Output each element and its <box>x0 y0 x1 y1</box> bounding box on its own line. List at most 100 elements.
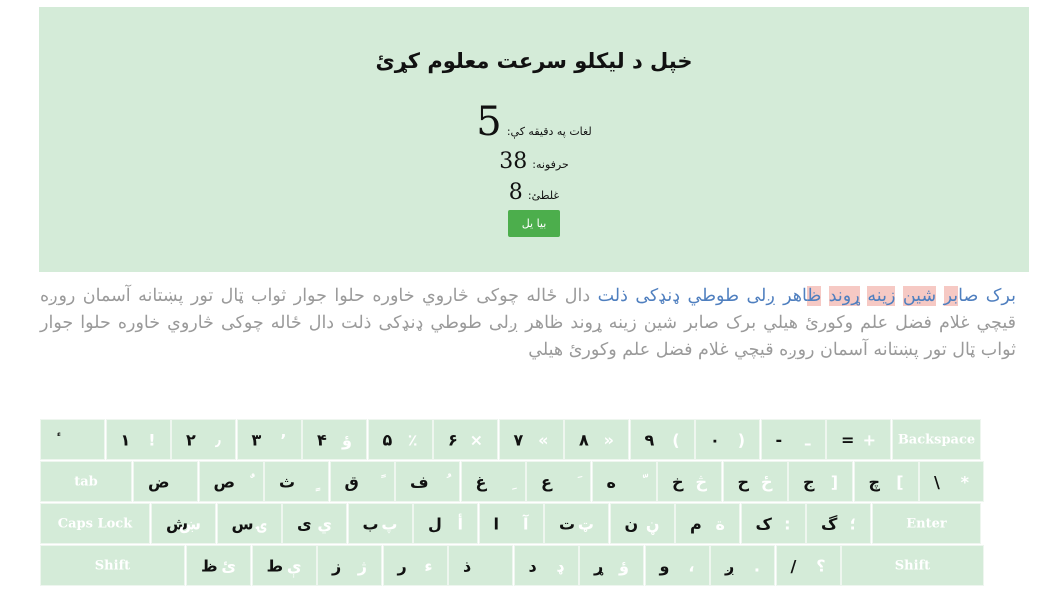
key-row3-4-primary-char: ل <box>428 514 442 533</box>
key-row4-3[interactable]: رء <box>382 545 448 586</box>
key-row1-1[interactable]: ۱! <box>105 419 171 460</box>
key-row1-7[interactable]: ۷ « <box>498 419 564 460</box>
key-row4-1-shift-char: ې <box>286 556 302 575</box>
key-row4-6[interactable]: ړؤ <box>579 545 644 586</box>
key-row4-1[interactable]: طې <box>251 545 317 586</box>
key-row2-0-primary-char: ض <box>148 472 170 491</box>
key-row3-9[interactable]: ک: <box>740 503 806 544</box>
key-row4-7[interactable]: و ، <box>644 545 710 586</box>
key-row3-7[interactable]: نڼ <box>609 503 675 544</box>
key-row1-10[interactable]: ۰) <box>695 419 760 460</box>
key-row3-9-shift-char: : <box>784 514 791 533</box>
key-row1-8-primary-char: ۸ <box>579 430 589 449</box>
key-row2-11[interactable]: چ[ <box>853 461 919 502</box>
key-row1-3-primary-char: ۳ <box>251 430 262 449</box>
key-row4-3-shift-char: ء <box>424 556 433 575</box>
key-row2-6[interactable]: عَ <box>526 461 591 502</box>
key-row2-9[interactable]: حځ <box>722 461 788 502</box>
key-row2-5-primary-char: غ <box>475 472 487 491</box>
key-row2-1[interactable]: صٌ <box>198 461 264 502</box>
key-row2-9-shift-char: ځ <box>760 472 773 491</box>
key-row2-10[interactable]: ج] <box>788 461 853 502</box>
key-row3-10-shift-char: ؛ <box>849 514 856 533</box>
backspace-key-label: Backspace <box>897 432 976 447</box>
key-row3-7-primary-char: ن <box>624 514 639 533</box>
key-row3-1-shift-char: ۍ <box>257 514 267 533</box>
key-row3-4-shift-char: أ <box>457 514 463 533</box>
key-row3-8[interactable]: مة <box>675 503 740 544</box>
key-row4-5-shift-char: ډ <box>556 556 564 575</box>
key-row3-2[interactable]: یي <box>282 503 347 544</box>
key-row4-6-primary-char: ړ <box>594 556 604 575</box>
key-row2-12[interactable]: \ * <box>919 461 984 502</box>
key-row3-2-primary-char: ی <box>297 514 312 533</box>
key-row1-9[interactable]: ۹( <box>629 419 695 460</box>
key-row4-8-shift-char: . <box>753 556 760 575</box>
key-row2-2[interactable]: ثٍ <box>264 461 329 502</box>
key-row1-11-shift-char: ـ <box>805 430 811 449</box>
key-row2-10-primary-char: ج <box>803 472 815 491</box>
key-row1-4[interactable]: ۴ؤ <box>302 419 367 460</box>
key-row3-4[interactable]: لأ <box>413 503 478 544</box>
key-row3-5[interactable]: اآ <box>478 503 544 544</box>
key-row4-7-primary-char: و <box>659 556 670 575</box>
key-row4-0[interactable]: ظئ <box>186 545 251 586</box>
key-row2-5[interactable]: غِ <box>460 461 526 502</box>
key-row3-6-primary-char: ت <box>559 514 576 533</box>
shift-right-key[interactable]: Shift <box>841 545 984 586</box>
enter-key[interactable]: Enter <box>872 503 981 544</box>
key-row2-8[interactable]: خڅ <box>657 461 722 502</box>
key-row4-4[interactable]: ذ <box>448 545 513 586</box>
key-row1-6[interactable]: ۶ × <box>433 419 498 460</box>
key-row1-8[interactable]: ۸» <box>564 419 629 460</box>
key-row1-2[interactable]: ۲ ٫ <box>171 419 236 460</box>
tab-key-label: tab <box>74 474 98 489</box>
key-row2-3[interactable]: قً <box>329 461 395 502</box>
tab-key[interactable]: tab <box>40 461 132 502</box>
key-row4-6-shift-char: ؤ <box>619 556 629 575</box>
key-row4-2-shift-char: ژ <box>357 556 367 575</box>
key-row3-6[interactable]: تټ <box>544 503 609 544</box>
key-row3-0[interactable]: شښ <box>151 503 216 544</box>
key-row1-6-shift-char: × <box>469 430 483 449</box>
key-row4-9[interactable]: / ؟ <box>775 545 841 586</box>
key-row2-4[interactable]: فُ <box>395 461 460 502</box>
key-row1-3[interactable]: ۳ ٬ <box>236 419 302 460</box>
key-row4-1-primary-char: ط <box>266 556 284 575</box>
key-row2-7[interactable]: هّ <box>591 461 657 502</box>
backspace-key[interactable]: Backspace <box>892 419 981 460</box>
key-row2-12-shift-char: * <box>960 472 969 491</box>
key-row4-5[interactable]: دډ <box>513 545 579 586</box>
key-row1-4-shift-char: ؤ <box>342 430 352 449</box>
key-row1-9-primary-char: ۹ <box>644 430 655 449</box>
key-row3-8-shift-char: ة <box>715 514 725 533</box>
key-row1-0[interactable]: ٔ <box>40 419 105 460</box>
key-row3-1[interactable]: سۍ <box>216 503 282 544</box>
key-row2-7-primary-char: ه <box>606 472 616 491</box>
key-row3-3-shift-char: پ <box>381 514 398 533</box>
key-row1-5-shift-char: ٪ <box>407 430 418 449</box>
key-row1-5[interactable]: ۵ ٪ <box>367 419 433 460</box>
caps-lock-key[interactable]: Caps Lock <box>40 503 150 544</box>
key-row1-12-shift-char: + <box>862 430 876 449</box>
key-row3-3[interactable]: بپ <box>347 503 413 544</box>
key-row4-8[interactable]: ږ. <box>710 545 775 586</box>
key-row4-2[interactable]: زژ <box>317 545 382 586</box>
key-row1-12[interactable]: = + <box>826 419 891 460</box>
key-row1-12-primary-char: = <box>841 430 855 449</box>
shift-right-key-label: Shift <box>894 558 931 573</box>
key-row4-9-primary-char: / <box>790 556 797 575</box>
shift-left-key[interactable]: Shift <box>40 545 185 586</box>
key-row1-10-shift-char: ) <box>737 430 745 449</box>
key-row2-3-primary-char: ق <box>344 472 359 491</box>
key-row1-2-shift-char: ٫ <box>215 430 221 449</box>
key-row2-1-primary-char: ص <box>213 472 236 491</box>
virtual-keyboard: ٔ۱!۲٫۳٬۴ؤ۵٪۶×۷«۸»۹(۰)-ـ=+Backspacetabضصٌ… <box>0 0 1040 604</box>
key-row2-0[interactable]: ض <box>133 461 198 502</box>
key-row3-1-primary-char: س <box>231 514 254 533</box>
key-row1-11[interactable]: -ـ <box>760 419 826 460</box>
key-row1-9-shift-char: ( <box>672 430 680 449</box>
key-row4-3-primary-char: ر <box>397 556 407 575</box>
key-row3-10[interactable]: گ ؛ <box>806 503 871 544</box>
shift-left-key-label: Shift <box>94 558 131 573</box>
